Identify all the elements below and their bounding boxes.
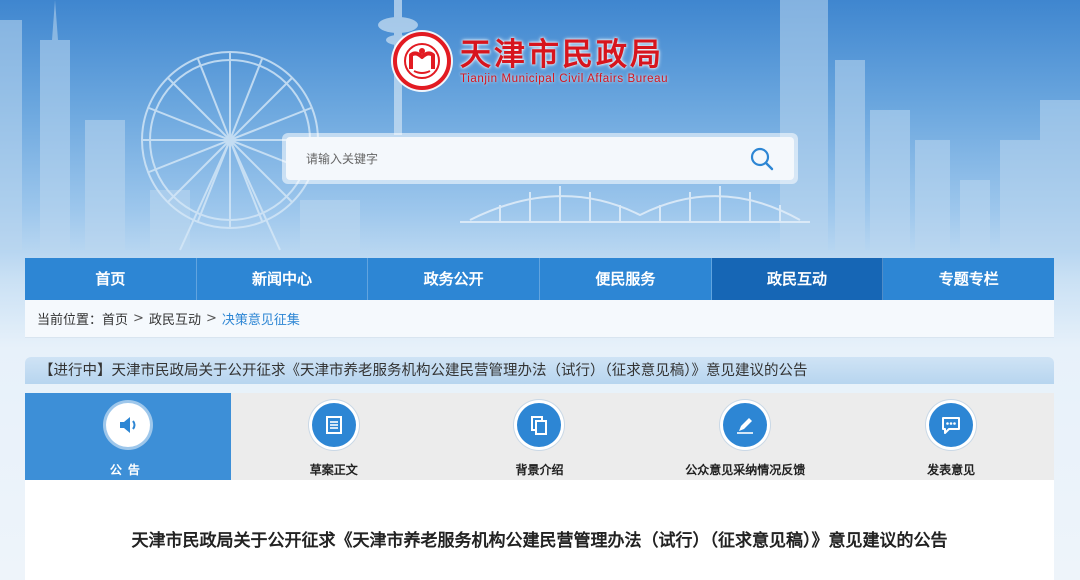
tab-submit-opinion[interactable]: 发表意见 — [848, 393, 1054, 480]
nav-item-services[interactable]: 便民服务 — [540, 258, 712, 300]
tab-label: 公告 — [109, 463, 146, 477]
breadcrumb-separator: > — [205, 311, 217, 326]
nav-item-government-affairs[interactable]: 政务公开 — [368, 258, 541, 300]
breadcrumb-prefix: 当前位置： — [37, 313, 103, 328]
search-bar — [282, 133, 798, 184]
edit-pen-icon — [723, 403, 768, 447]
tab-draft-text[interactable]: 草案正文 — [231, 393, 437, 480]
tab-background[interactable]: 背景介绍 — [437, 393, 643, 480]
site-logo[interactable]: 天津市民政局 Tianjin Municipal Civil Affairs B… — [393, 32, 668, 90]
content-panel: 天津市民政局关于公开征求《天津市养老服务机构公建民营管理办法（试行）（征求意见稿… — [25, 480, 1054, 580]
logo-title-en: Tianjin Municipal Civil Affairs Bureau — [460, 73, 669, 85]
breadcrumb-separator: > — [133, 311, 144, 326]
article-title: 天津市民政局关于公开征求《天津市养老服务机构公建民营管理办法（试行）（征求意见稿… — [131, 531, 948, 551]
logo-title-cn: 天津市民政局 — [460, 37, 664, 73]
nav-item-home[interactable]: 首页 — [25, 258, 197, 300]
notice-title-bar: 【进行中】天津市民政局关于公开征求《天津市养老服务机构公建民营管理办法（试行）（… — [25, 357, 1054, 384]
nav-item-interaction[interactable]: 政民互动 — [711, 258, 884, 300]
tab-feedback[interactable]: 公众意见采纳情况反馈 — [642, 393, 848, 480]
main-nav: 首页 新闻中心 政务公开 便民服务 政民互动 专题专栏 — [25, 258, 1054, 300]
document-icon — [311, 403, 356, 447]
tab-label: 发表意见 — [927, 463, 976, 477]
breadcrumb-item-home[interactable]: 首页 — [102, 309, 128, 328]
breadcrumb-item-interaction[interactable]: 政民互动 — [149, 309, 201, 328]
tab-label: 背景介绍 — [515, 463, 564, 477]
breadcrumb: 当前位置： 首页 > 政民互动 > 决策意见征集 — [25, 300, 1054, 338]
section-tabs: 公告 草案正文 背景介绍 公众意见采纳情况反馈 发表意见 — [25, 393, 1054, 480]
tab-label: 公众意见采纳情况反馈 — [685, 463, 806, 477]
nav-item-special-topics[interactable]: 专题专栏 — [883, 258, 1054, 300]
tab-label: 草案正文 — [309, 463, 358, 477]
search-input[interactable] — [306, 151, 726, 166]
breadcrumb-item-current[interactable]: 决策意见征集 — [222, 309, 300, 328]
speaker-icon — [105, 403, 150, 447]
chat-bubble-icon — [929, 403, 974, 447]
tab-announcement[interactable]: 公告 — [25, 393, 231, 480]
nav-item-news[interactable]: 新闻中心 — [197, 258, 369, 300]
copy-icon — [517, 403, 562, 447]
civil-affairs-emblem-icon — [393, 32, 451, 90]
search-icon[interactable] — [748, 145, 776, 173]
